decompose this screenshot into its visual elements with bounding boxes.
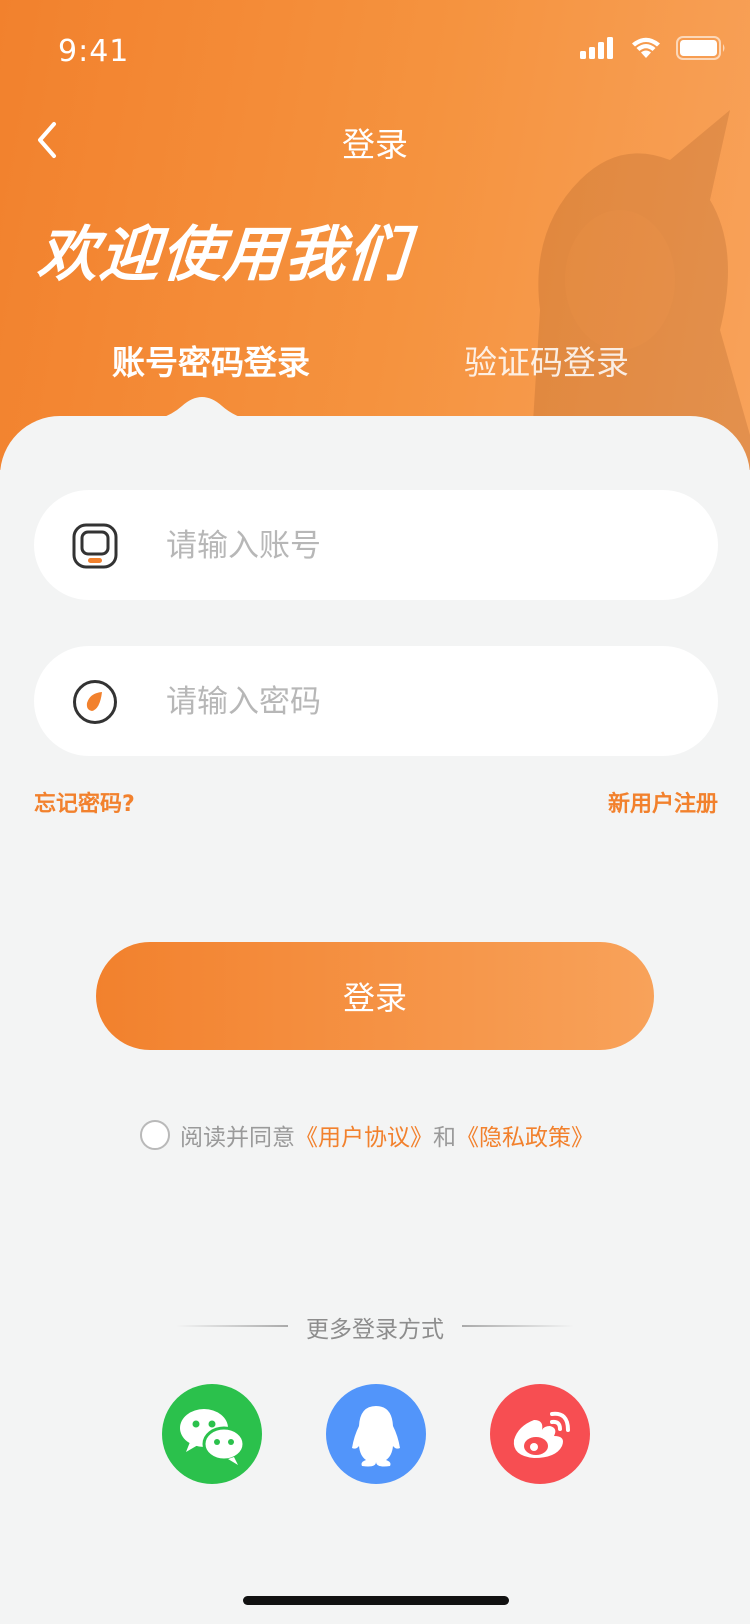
tab-code-login[interactable]: 验证码登录 <box>464 336 629 384</box>
password-input[interactable] <box>164 676 668 728</box>
signal-icon <box>580 37 613 59</box>
agreement-prefix: 阅读并同意 <box>180 1125 295 1151</box>
password-field[interactable] <box>34 646 718 756</box>
page-title: 登录 <box>342 125 408 164</box>
wifi-icon <box>632 37 660 58</box>
weibo-icon <box>513 1411 570 1458</box>
agreement-row: 阅读并同意 《用户协议》 和 《隐私政策》 <box>140 1118 594 1152</box>
divider-line-right <box>462 1325 574 1327</box>
status-bar: 9:41 <box>0 0 750 100</box>
phone-icon <box>72 523 118 569</box>
tab-password-login[interactable]: 账号密码登录 <box>112 336 310 384</box>
agreement-checkbox[interactable] <box>140 1120 170 1150</box>
divider-line-left <box>176 1325 288 1327</box>
privacy-policy-link[interactable]: 《隐私政策》 <box>456 1118 594 1152</box>
forgot-password-link[interactable]: 忘记密码? <box>34 786 135 818</box>
agreement-and: 和 <box>433 1125 456 1151</box>
lock-icon <box>73 680 117 724</box>
login-button[interactable]: 登录 <box>96 942 654 1050</box>
weibo-login-button[interactable] <box>490 1384 590 1484</box>
battery-icon <box>676 36 725 60</box>
welcome-heading: 欢迎使用我们 <box>35 220 413 290</box>
account-field[interactable] <box>34 490 718 600</box>
wechat-icon <box>180 1409 246 1465</box>
status-icons <box>580 36 726 60</box>
more-login-divider: 更多登录方式 <box>0 1310 750 1344</box>
register-link[interactable]: 新用户注册 <box>608 786 718 818</box>
user-agreement-link[interactable]: 《用户协议》 <box>295 1118 433 1152</box>
qq-icon <box>352 1406 400 1467</box>
more-login-label: 更多登录方式 <box>306 1317 444 1343</box>
home-indicator <box>243 1596 509 1605</box>
qq-login-button[interactable] <box>326 1384 426 1484</box>
status-time: 9:41 <box>58 34 130 69</box>
wechat-login-button[interactable] <box>162 1384 262 1484</box>
account-input[interactable] <box>164 520 668 572</box>
